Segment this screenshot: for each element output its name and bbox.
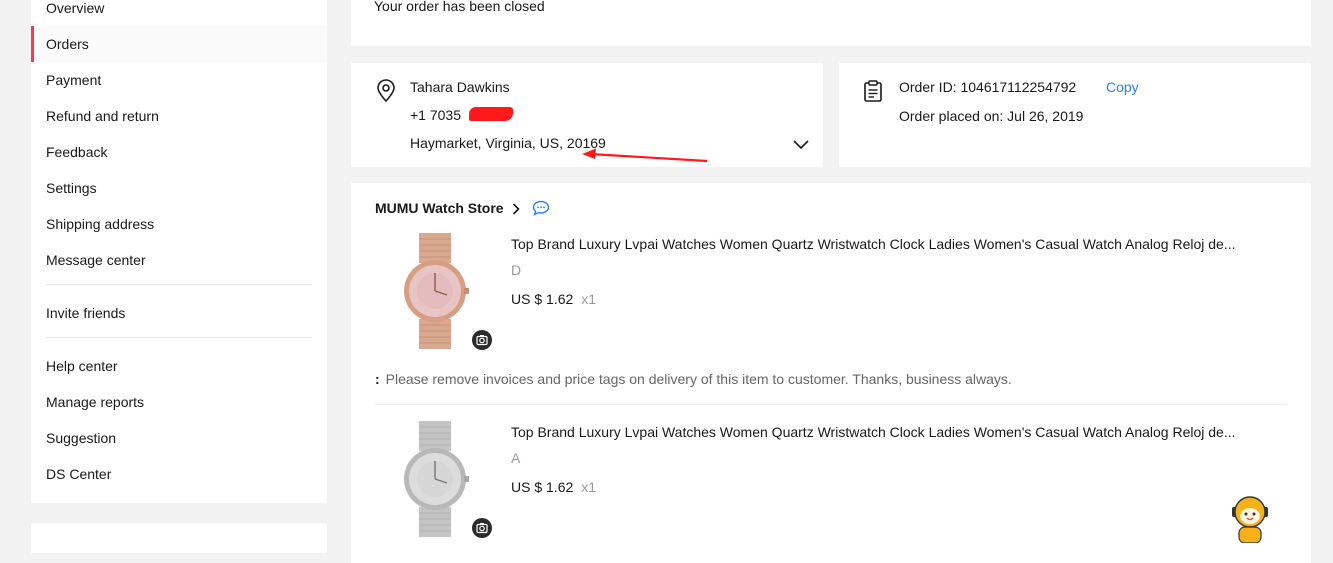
order-status-text: Your order has been closed	[374, 0, 545, 14]
product-quantity: x1	[581, 479, 597, 495]
copy-order-id-link[interactable]: Copy	[1106, 79, 1139, 95]
product-quantity: x1	[581, 291, 597, 307]
order-status-panel: Your order has been closed	[351, 0, 1311, 46]
product-title[interactable]: Top Brand Luxury Lvpai Watches Women Qua…	[511, 236, 1271, 252]
order-id: Order ID: 104617112254792	[899, 79, 1077, 95]
sidebar-item-payment[interactable]: Payment	[31, 62, 327, 98]
sidebar-item-feedback[interactable]: Feedback	[31, 134, 327, 170]
product-price-row: US $ 1.62 x1	[511, 479, 596, 495]
sidebar-item-ds-center[interactable]: DS Center	[31, 456, 327, 492]
order-items-panel: MUMU Watch Store Top Brand Luxury Lvpai …	[351, 183, 1311, 563]
sidebar-item-orders[interactable]: Orders	[31, 26, 327, 62]
sidebar-item-help-center[interactable]: Help center	[31, 348, 327, 384]
order-document-icon	[863, 80, 883, 107]
store-name-link[interactable]: MUMU Watch Store	[375, 200, 504, 216]
sidebar-item-settings[interactable]: Settings	[31, 170, 327, 206]
recipient-name: Tahara Dawkins	[410, 79, 510, 95]
item-divider	[375, 404, 1287, 405]
product-price-row: US $ 1.62 x1	[511, 291, 596, 307]
sidebar-item-suggestion[interactable]: Suggestion	[31, 420, 327, 456]
product-price: US $ 1.62	[511, 291, 574, 307]
sidebar-item-message-center[interactable]: Message center	[31, 242, 327, 278]
account-sidebar: Overview Orders Payment Refund and retur…	[31, 0, 327, 503]
product-variant: A	[511, 450, 521, 466]
location-pin-icon	[375, 79, 397, 108]
remark-text: Please remove invoices and price tags on…	[385, 371, 1012, 387]
product-variant: D	[511, 262, 522, 278]
order-placed-date: Order placed on: Jul 26, 2019	[899, 108, 1084, 124]
sidebar-secondary-panel	[31, 523, 327, 553]
shipping-address-panel: Tahara Dawkins +1 7035 Haymarket, Virgin…	[351, 63, 823, 167]
camera-icon[interactable]	[472, 518, 492, 538]
recipient-location: Haymarket, Virginia, US, 20169	[410, 135, 606, 151]
phone-redaction-mark	[469, 107, 513, 121]
product-price: US $ 1.62	[511, 479, 574, 495]
chevron-down-icon[interactable]	[793, 137, 809, 155]
sidebar-divider	[46, 337, 312, 338]
order-info-panel: Order ID: 104617112254792 Copy Order pla…	[839, 63, 1311, 167]
product-title[interactable]: Top Brand Luxury Lvpai Watches Women Qua…	[511, 424, 1271, 440]
recipient-phone: +1 7035	[410, 107, 461, 123]
chevron-right-icon[interactable]	[512, 202, 520, 220]
sidebar-item-invite-friends[interactable]: Invite friends	[31, 295, 327, 331]
sidebar-item-overview[interactable]: Overview	[31, 0, 327, 26]
camera-icon[interactable]	[472, 330, 492, 350]
sidebar-divider	[46, 284, 312, 285]
seller-remark: : Please remove invoices and price tags o…	[375, 371, 1012, 387]
sidebar-item-refund-and-return[interactable]: Refund and return	[31, 98, 327, 134]
chat-bubble-icon[interactable]	[532, 200, 550, 221]
sidebar-item-manage-reports[interactable]: Manage reports	[31, 384, 327, 420]
support-mascot-icon[interactable]	[1226, 493, 1274, 548]
remark-colon: :	[375, 371, 380, 387]
sidebar-item-shipping-address[interactable]: Shipping address	[31, 206, 327, 242]
